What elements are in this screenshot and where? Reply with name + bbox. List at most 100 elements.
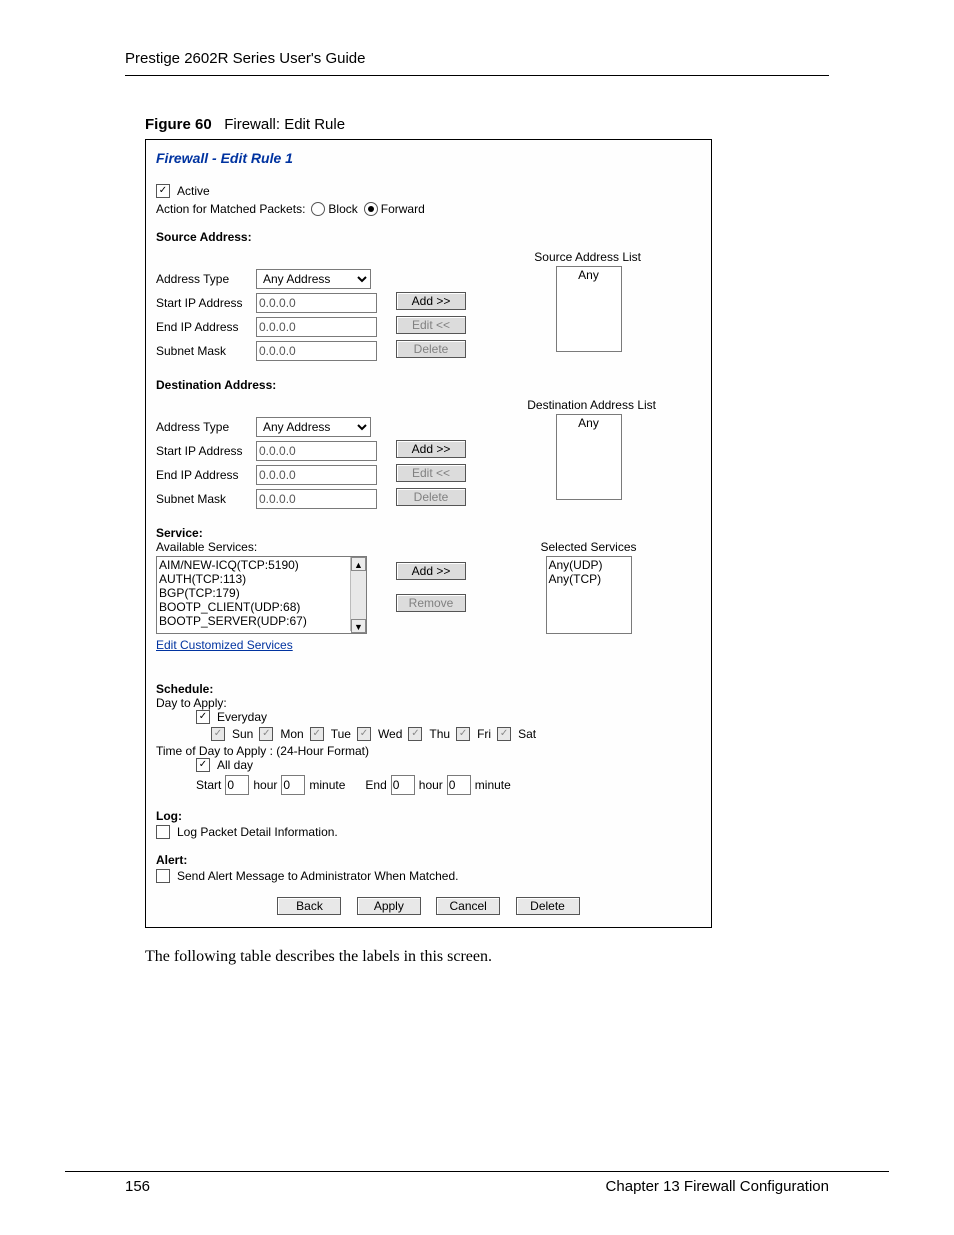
list-item[interactable]: AIM/NEW-ICQ(TCP:5190)	[159, 558, 364, 572]
everyday-checkbox[interactable]: ✓	[196, 710, 210, 724]
figure-title: Firewall: Edit Rule	[224, 116, 345, 133]
dst-add-button[interactable]: Add >>	[396, 440, 466, 458]
list-item[interactable]: Any(TCP)	[549, 572, 629, 586]
active-label: Active	[177, 184, 210, 198]
src-end-label: End IP Address	[156, 320, 256, 334]
panel-title: Firewall - Edit Rule 1	[156, 150, 701, 166]
minute-label-1: minute	[309, 778, 345, 792]
source-list-label: Source Address List	[534, 250, 641, 264]
src-address-list[interactable]: Any	[556, 266, 622, 352]
alert-label: Send Alert Message to Administrator When…	[177, 869, 458, 883]
source-heading: Source Address:	[156, 230, 701, 244]
alert-heading: Alert:	[156, 853, 701, 867]
sel-svc-label: Selected Services	[540, 540, 636, 554]
avail-svc-label: Available Services:	[156, 540, 257, 554]
thu-checkbox[interactable]: ✓	[408, 727, 422, 741]
end-label: End	[365, 778, 386, 792]
allday-checkbox[interactable]: ✓	[196, 758, 210, 772]
time-of-day-label: Time of Day to Apply : (24-Hour Format)	[156, 744, 701, 758]
fri-label: Fri	[477, 727, 491, 741]
dst-type-select[interactable]: Any Address	[256, 417, 371, 437]
dst-delete-button[interactable]: Delete	[396, 488, 466, 506]
cancel-button[interactable]: Cancel	[436, 897, 500, 915]
doc-header: Prestige 2602R Series User's Guide	[125, 50, 829, 76]
dst-mask-label: Subnet Mask	[156, 492, 256, 506]
src-edit-button[interactable]: Edit <<	[396, 316, 466, 334]
service-heading: Service:	[156, 526, 701, 540]
src-type-label: Address Type	[156, 272, 256, 286]
src-start-label: Start IP Address	[156, 296, 256, 310]
selected-services-list[interactable]: Any(UDP) Any(TCP)	[546, 556, 632, 634]
action-label: Action for Matched Packets:	[156, 202, 305, 216]
thu-label: Thu	[429, 727, 450, 741]
list-item[interactable]: Any(UDP)	[549, 558, 629, 572]
end-min-input[interactable]	[447, 775, 471, 795]
edit-custom-services-link[interactable]: Edit Customized Services	[156, 638, 293, 652]
schedule-heading: Schedule:	[156, 682, 701, 696]
list-item: Any	[559, 268, 619, 282]
sun-checkbox[interactable]: ✓	[211, 727, 225, 741]
hour-label-2: hour	[419, 778, 443, 792]
log-checkbox[interactable]	[156, 825, 170, 839]
mon-checkbox[interactable]: ✓	[259, 727, 273, 741]
sat-label: Sat	[518, 727, 536, 741]
list-item[interactable]: BGP(TCP:179)	[159, 586, 364, 600]
list-item: Any	[559, 416, 619, 430]
src-delete-button[interactable]: Delete	[396, 340, 466, 358]
src-add-button[interactable]: Add >>	[396, 292, 466, 310]
dst-end-input[interactable]	[256, 465, 377, 485]
forward-radio[interactable]	[364, 202, 378, 216]
figure-caption: Figure 60 Firewall: Edit Rule	[145, 116, 889, 133]
dst-mask-input[interactable]	[256, 489, 377, 509]
everyday-label: Everyday	[217, 710, 267, 724]
src-mask-label: Subnet Mask	[156, 344, 256, 358]
log-label: Log Packet Detail Information.	[177, 825, 338, 839]
dst-end-label: End IP Address	[156, 468, 256, 482]
sat-checkbox[interactable]: ✓	[497, 727, 511, 741]
minute-label-2: minute	[475, 778, 511, 792]
dst-type-label: Address Type	[156, 420, 256, 434]
mon-label: Mon	[280, 727, 303, 741]
log-heading: Log:	[156, 809, 701, 823]
list-item[interactable]: BOOTP_CLIENT(UDP:68)	[159, 600, 364, 614]
scroll-up-icon[interactable]: ▲	[351, 557, 366, 571]
src-end-input[interactable]	[256, 317, 377, 337]
start-label: Start	[196, 778, 221, 792]
alert-checkbox[interactable]	[156, 869, 170, 883]
forward-label: Forward	[381, 202, 425, 216]
src-mask-input[interactable]	[256, 341, 377, 361]
block-radio[interactable]	[311, 202, 325, 216]
scroll-down-icon[interactable]: ▼	[351, 619, 366, 633]
src-type-select[interactable]: Any Address	[256, 269, 371, 289]
svc-remove-button[interactable]: Remove	[396, 594, 466, 612]
apply-button[interactable]: Apply	[357, 897, 421, 915]
back-button[interactable]: Back	[277, 897, 341, 915]
dest-heading: Destination Address:	[156, 378, 701, 392]
dest-list-label: Destination Address List	[527, 398, 656, 412]
dst-address-list[interactable]: Any	[556, 414, 622, 500]
sun-label: Sun	[232, 727, 253, 741]
list-item[interactable]: AUTH(TCP:113)	[159, 572, 364, 586]
dst-start-label: Start IP Address	[156, 444, 256, 458]
block-label: Block	[328, 202, 357, 216]
delete-button[interactable]: Delete	[516, 897, 580, 915]
available-services-list[interactable]: ▲ ▼ AIM/NEW-ICQ(TCP:5190) AUTH(TCP:113) …	[156, 556, 367, 634]
page-number: 156	[125, 1178, 150, 1195]
svc-add-button[interactable]: Add >>	[396, 562, 466, 580]
start-min-input[interactable]	[281, 775, 305, 795]
fri-checkbox[interactable]: ✓	[456, 727, 470, 741]
dst-edit-button[interactable]: Edit <<	[396, 464, 466, 482]
hour-label-1: hour	[253, 778, 277, 792]
wed-label: Wed	[378, 727, 402, 741]
start-hour-input[interactable]	[225, 775, 249, 795]
dst-start-input[interactable]	[256, 441, 377, 461]
firewall-edit-rule-panel: Firewall - Edit Rule 1 ✓ Active Action f…	[145, 139, 712, 928]
wed-checkbox[interactable]: ✓	[357, 727, 371, 741]
page-footer: 156 Chapter 13 Firewall Configuration	[65, 1171, 889, 1195]
list-item[interactable]: BOOTP_SERVER(UDP:67)	[159, 614, 364, 628]
figure-number: Figure 60	[145, 116, 212, 133]
tue-checkbox[interactable]: ✓	[310, 727, 324, 741]
end-hour-input[interactable]	[391, 775, 415, 795]
active-checkbox[interactable]: ✓	[156, 184, 170, 198]
src-start-input[interactable]	[256, 293, 377, 313]
